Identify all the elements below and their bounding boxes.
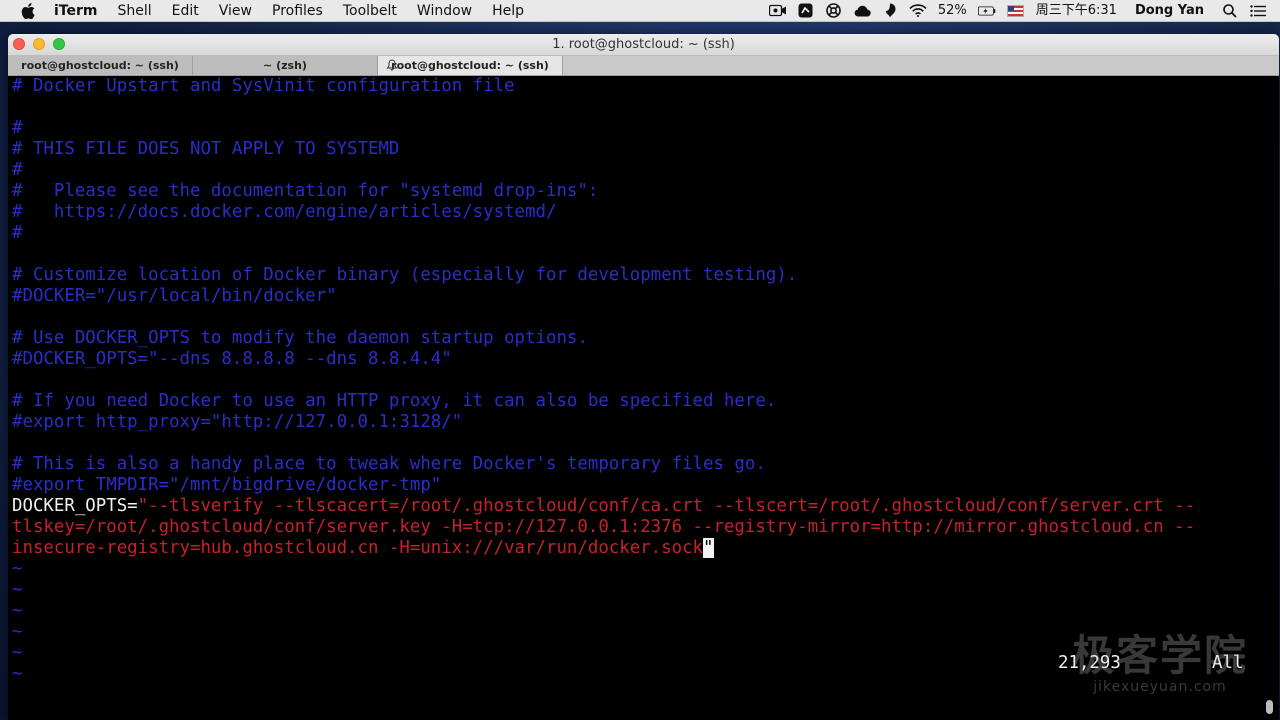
menu-toolbelt[interactable]: Toolbelt [333,0,407,22]
terminal-line: # Use DOCKER_OPTS to modify the daemon s… [12,328,1260,349]
terminal-line: # Please see the documentation for "syst… [12,181,1260,202]
code-comment: # [12,223,23,243]
code-comment: # Use DOCKER_OPTS to modify the daemon s… [12,328,588,348]
vim-tilde: ~ [12,580,23,600]
tab-label: root@ghostcloud: ~ (ssh) [21,59,179,72]
tab-label: root@ghostcloud: ~ (ssh) [391,59,549,72]
code-comment: # This is also a handy place to tweak wh… [12,454,766,474]
code-comment: # [12,118,23,138]
terminal-line: # Docker Upstart and SysVinit configurat… [12,76,1260,97]
battery-charging-icon[interactable] [977,4,996,18]
tab-ssh-1[interactable]: root@ghostcloud: ~ (ssh) [8,56,193,75]
terminal-line: #DOCKER_OPTS="--dns 8.8.8.8 --dns 8.8.4.… [12,349,1260,370]
us-flag-icon[interactable] [1006,4,1024,17]
menubar-user[interactable]: Dong Yan [1123,0,1216,22]
tab-bar: root@ghostcloud: ~ (ssh) ~ (zsh) root@gh… [8,56,1279,76]
code-comment: #export TMPDIR="/mnt/bigdrive/docker-tmp… [12,475,442,495]
menu-app-name[interactable]: iTerm [50,0,107,22]
scrollbar-thumb[interactable] [1266,700,1273,714]
spotlight-search-icon[interactable] [1221,3,1239,18]
menubar-clock[interactable]: 周三下午6:31 [1030,0,1123,22]
vim-tilde: ~ [12,622,23,642]
screen-record-icon[interactable] [768,4,787,18]
vim-tilde: ~ [12,643,23,663]
terminal-line: # [12,118,1260,139]
status-area: 52% 周三下午6:31 Dong Yan [764,0,1280,22]
vim-tilde: ~ [12,601,23,621]
zoom-window-button[interactable] [53,38,65,50]
vim-empty-line: ~ [12,601,1260,622]
menu-view[interactable]: View [209,0,262,22]
scrollbar[interactable] [1262,76,1276,720]
terminal-line: # If you need Docker to use an HTTP prox… [12,391,1260,412]
menu-shell[interactable]: Shell [107,0,161,22]
config-key: DOCKER_OPTS= [12,496,138,516]
text-cursor: " [703,538,714,558]
vim-empty-line: ~ [12,580,1260,601]
watermark: 极客学院 jikexueyuan.com [1072,622,1248,695]
menu-help[interactable]: Help [482,0,534,22]
menu-bar: iTerm Shell Edit View Profiles Toolbelt … [0,0,1280,22]
config-value: tlskey=/root/.ghostcloud/conf/server.key… [12,517,1196,537]
terminal-line: # [12,223,1260,244]
wifi-icon[interactable] [909,4,927,18]
watermark-title: 极客学院 [1071,631,1248,680]
vim-tilde: ~ [12,559,23,579]
dashboard-icon[interactable] [797,3,815,18]
window-controls [13,38,73,50]
code-comment: # https://docs.docker.com/engine/article… [12,202,557,222]
code-comment: # If you need Docker to use an HTTP prox… [12,391,777,411]
close-window-button[interactable] [13,38,25,50]
terminal-line: #export TMPDIR="/mnt/bigdrive/docker-tmp… [12,475,1260,496]
terminal-line: # This is also a handy place to tweak wh… [12,454,1260,475]
vim-empty-line: ~ [12,559,1260,580]
terminal-line: # https://docs.docker.com/engine/article… [12,202,1260,223]
code-comment: # Customize location of Docker binary (e… [12,265,798,285]
terminal-line: #export http_proxy="http://127.0.0.1:312… [12,412,1260,433]
code-comment: # [12,160,23,180]
code-comment: #DOCKER="/usr/local/bin/docker" [12,286,337,306]
terminal-line: DOCKER_OPTS="--tlsverify --tlscacert=/ro… [12,496,1260,517]
paw-icon[interactable] [881,3,899,18]
minimize-window-button[interactable] [33,38,45,50]
cloud-icon[interactable] [853,4,871,18]
terminal-line: tlskey=/root/.ghostcloud/conf/server.key… [12,517,1260,538]
notification-center-icon[interactable] [1249,4,1267,18]
code-comment: #DOCKER_OPTS="--dns 8.8.8.8 --dns 8.8.4.… [12,349,452,369]
terminal-line: insecure-registry=hub.ghostcloud.cn -H=u… [12,538,1260,559]
terminal-line: # [12,160,1260,181]
bell-icon [386,59,398,71]
vim-tilde: ~ [12,664,23,684]
menu-window[interactable]: Window [407,0,482,22]
iterm-window: 1. root@ghostcloud: ~ (ssh) root@ghostcl… [8,34,1279,720]
code-comment: #export http_proxy="http://127.0.0.1:312… [12,412,463,432]
window-title: 1. root@ghostcloud: ~ (ssh) [552,37,735,52]
terminal-line: # Customize location of Docker binary (e… [12,265,1260,286]
lifebuoy-icon[interactable] [825,3,843,18]
code-comment: # Docker Upstart and SysVinit configurat… [12,76,515,96]
code-comment: # Please see the documentation for "syst… [12,181,599,201]
tab-zsh[interactable]: ~ (zsh) [193,56,378,75]
apple-icon[interactable] [20,2,36,19]
menu-profiles[interactable]: Profiles [262,0,333,22]
window-titlebar[interactable]: 1. root@ghostcloud: ~ (ssh) [8,34,1279,56]
code-comment: # THIS FILE DOES NOT APPLY TO SYSTEMD [12,139,400,159]
terminal-line: #DOCKER="/usr/local/bin/docker" [12,286,1260,307]
tab-ssh-active[interactable]: root@ghostcloud: ~ (ssh) [378,56,563,75]
battery-percent: 52% [937,2,967,18]
menu-edit[interactable]: Edit [162,0,209,22]
terminal-line: # THIS FILE DOES NOT APPLY TO SYSTEMD [12,139,1260,160]
config-value: insecure-registry=hub.ghostcloud.cn -H=u… [12,538,704,558]
tab-label: ~ (zsh) [263,59,307,72]
config-value: "--tlsverify --tlscacert=/root/.ghostclo… [137,496,1196,516]
watermark-url: jikexueyuan.com [1093,679,1227,695]
